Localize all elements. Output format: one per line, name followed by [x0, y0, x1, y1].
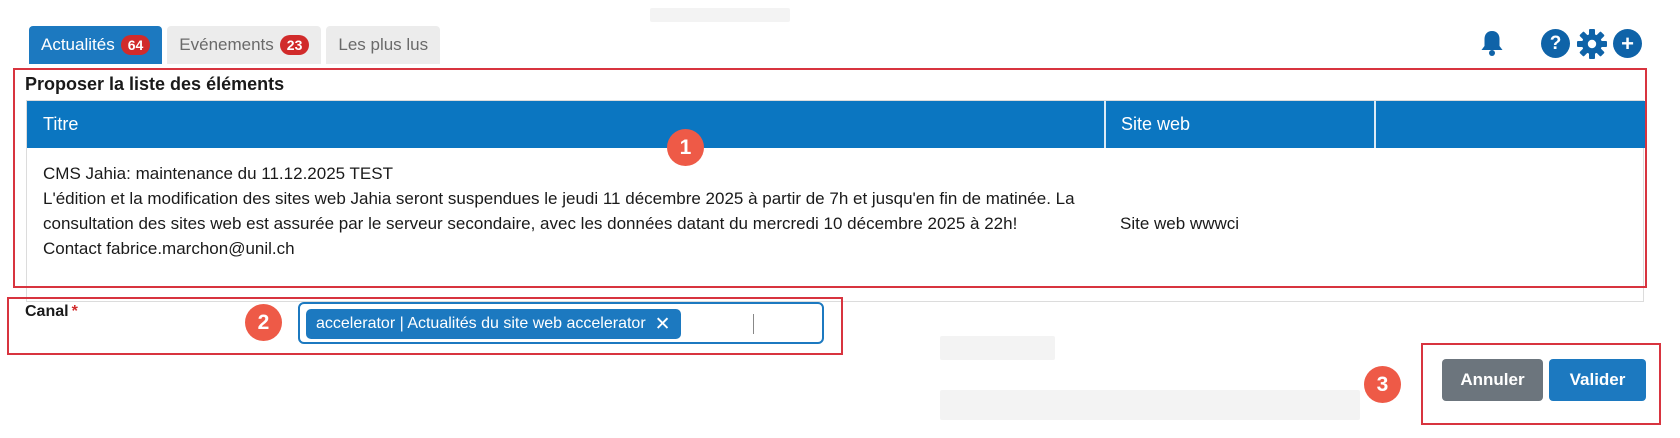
- tab-les-plus-lus-label: Les plus lus: [338, 35, 429, 54]
- add-icon-glyph: +: [1621, 31, 1634, 56]
- tab-evenements[interactable]: Evénements 23: [167, 26, 322, 64]
- bell-icon[interactable]: [1477, 28, 1507, 58]
- annotation-box-3: [1421, 343, 1661, 425]
- annotation-marker-2: 2: [245, 304, 282, 341]
- tab-actualites-label: Actualités: [41, 35, 115, 54]
- gear-icon[interactable]: [1575, 27, 1608, 60]
- annotation-marker-1: 1: [667, 129, 704, 166]
- annotation-box-2: [7, 297, 843, 355]
- background-ghost: [940, 390, 1360, 420]
- tab-bar: Actualités 64 Evénements 23 Les plus lus: [29, 26, 441, 64]
- tab-actualites[interactable]: Actualités 64: [29, 26, 163, 64]
- help-icon[interactable]: ?: [1541, 29, 1570, 58]
- annotation-marker-3: 3: [1364, 366, 1401, 403]
- tab-actualites-badge: 64: [120, 35, 151, 55]
- tab-evenements-badge: 23: [279, 35, 310, 55]
- help-icon-glyph: ?: [1549, 32, 1562, 54]
- background-ghost: [940, 336, 1055, 360]
- annotation-box-1: [13, 68, 1647, 288]
- add-icon[interactable]: +: [1613, 29, 1642, 58]
- tab-evenements-label: Evénements: [179, 35, 274, 54]
- tab-les-plus-lus[interactable]: Les plus lus: [326, 26, 441, 64]
- background-ghost: [650, 8, 790, 22]
